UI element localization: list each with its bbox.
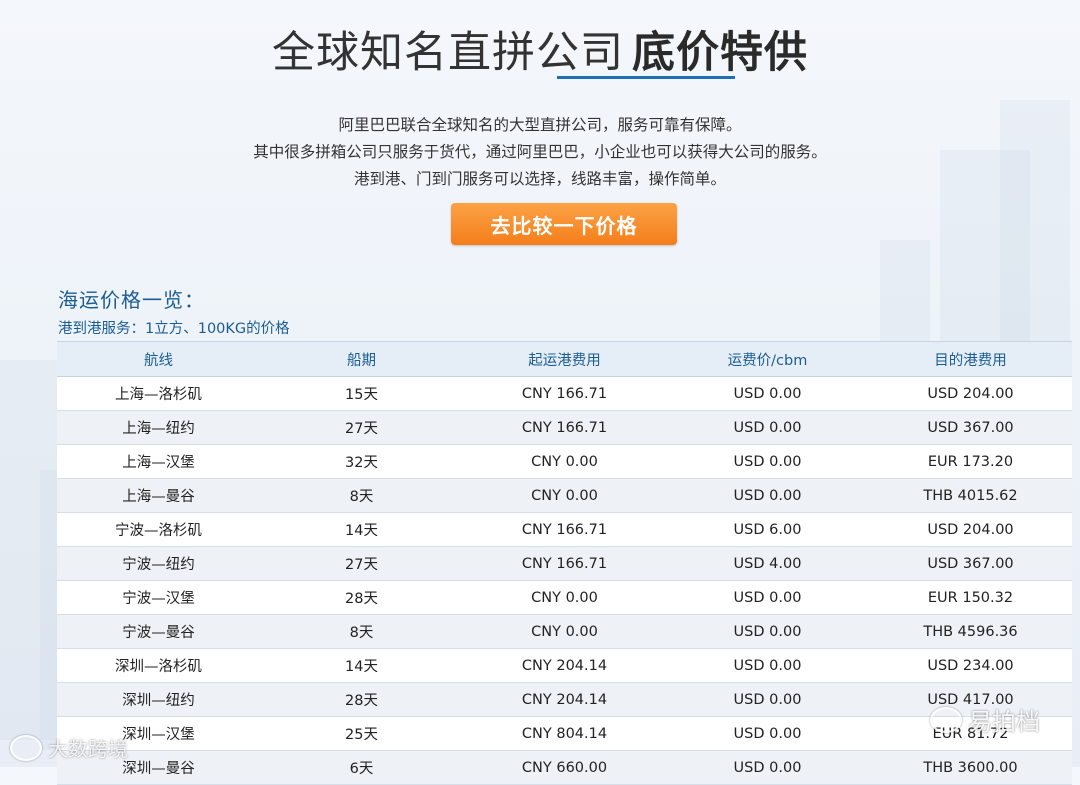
cell-origin-fee: CNY 204.14 [463,648,666,683]
cell-freight-rate: USD 0.00 [666,444,869,479]
column-header-transit-time: 船期 [260,341,463,377]
cell-freight-rate: USD 0.00 [666,376,869,411]
cell-transit-time: 27天 [260,410,463,445]
cell-route: 宁波—纽约 [57,546,260,581]
cell-origin-fee: CNY 166.71 [463,376,666,411]
cell-destination-fee: USD 367.00 [869,410,1072,445]
table-row: 深圳—曼谷 6天 CNY 660.00 USD 0.00 THB 3600.00 [57,750,1072,785]
table-row: 宁波—曼谷 8天 CNY 0.00 USD 0.00 THB 4596.36 [57,614,1072,649]
table-row: 宁波—洛杉矶 14天 CNY 166.71 USD 6.00 USD 204.00 [57,512,1072,547]
intro-line: 港到港、门到门服务可以选择，线路丰富，操作简单。 [353,170,726,188]
cell-destination-fee: THB 4015.62 [869,478,1072,513]
cell-transit-time: 14天 [260,512,463,547]
cell-route: 上海—汉堡 [57,444,260,479]
cell-transit-time: 28天 [260,580,463,615]
intro-line: 其中很多拼箱公司只服务于货代，通过阿里巴巴，小企业也可以获得大公司的服务。 [253,143,827,161]
column-header-freight-rate: 运费价/cbm [666,341,869,377]
cell-transit-time: 32天 [260,444,463,479]
table-header-row: 航线 船期 起运港费用 运费价/cbm 目的港费用 [57,341,1072,377]
title-normal: 全球知名直拼公司 [272,28,624,78]
section-title: 海运价格一览： [58,288,205,312]
title-bold: 底价特供 [632,28,808,78]
table-row: 上海—汉堡 32天 CNY 0.00 USD 0.00 EUR 173.20 [57,444,1072,479]
cell-destination-fee: USD 234.00 [869,648,1072,683]
cell-transit-time: 8天 [260,614,463,649]
column-header-origin-fee: 起运港费用 [463,341,666,377]
cell-freight-rate: USD 0.00 [666,750,869,785]
table-row: 上海—曼谷 8天 CNY 0.00 USD 0.00 THB 4015.62 [57,478,1072,513]
cell-transit-time: 8天 [260,478,463,513]
cell-destination-fee: USD 204.00 [869,512,1072,547]
cell-destination-fee: THB 4596.36 [869,614,1072,649]
cell-origin-fee: CNY 660.00 [463,750,666,785]
cell-freight-rate: USD 0.00 [666,478,869,513]
cell-route: 宁波—曼谷 [57,614,260,649]
section-subtitle: 港到港服务：1立方、100KG的价格 [58,321,290,337]
cell-destination-fee: USD 204.00 [869,376,1072,411]
cell-route: 上海—纽约 [57,410,260,445]
compare-price-button[interactable]: 去比较一下价格 [451,203,677,245]
table-body: 上海—洛杉矶 15天 CNY 166.71 USD 0.00 USD 204.00 上海—… [57,376,1072,785]
price-table: 航线 船期 起运港费用 运费价/cbm 目的港费用 上海—洛杉矶 15天 CNY 1… [57,341,1072,785]
cell-origin-fee: CNY 204.14 [463,682,666,717]
cell-transit-time: 6天 [260,750,463,785]
cell-origin-fee: CNY 0.00 [463,444,666,479]
cell-transit-time: 15天 [260,376,463,411]
cell-origin-fee: CNY 166.71 [463,546,666,581]
cell-destination-fee: USD 367.00 [869,546,1072,581]
cell-transit-time: 28天 [260,682,463,717]
cell-destination-fee: EUR 173.20 [869,444,1072,479]
cell-origin-fee: CNY 804.14 [463,716,666,751]
table-row: 深圳—纽约 28天 CNY 204.14 USD 0.00 USD 417.00 [57,682,1072,717]
table-row: 深圳—洛杉矶 14天 CNY 204.14 USD 0.00 USD 234.00 [57,648,1072,683]
cell-route: 宁波—洛杉矶 [57,512,260,547]
table-row: 宁波—汉堡 28天 CNY 0.00 USD 0.00 EUR 150.32 [57,580,1072,615]
table-row: 深圳—汉堡 25天 CNY 804.14 USD 0.00 EUR 81.72 [57,716,1072,751]
cell-transit-time: 25天 [260,716,463,751]
table-row: 宁波—纽约 27天 CNY 166.71 USD 4.00 USD 367.00 [57,546,1072,581]
cell-transit-time: 27天 [260,546,463,581]
cell-origin-fee: CNY 0.00 [463,478,666,513]
cell-route: 宁波—汉堡 [57,580,260,615]
cell-freight-rate: USD 0.00 [666,614,869,649]
watermark-left-text: 大数跨境 [48,737,128,761]
cell-freight-rate: USD 4.00 [666,546,869,581]
cell-origin-fee: CNY 166.71 [463,512,666,547]
column-header-destination-fee: 目的港费用 [869,341,1072,377]
cell-freight-rate: USD 0.00 [666,580,869,615]
cell-freight-rate: USD 6.00 [666,512,869,547]
watermark-right-text: 易拍档 [968,708,1040,736]
cell-route: 上海—曼谷 [57,478,260,513]
table-row: 上海—纽约 27天 CNY 166.71 USD 0.00 USD 367.00 [57,410,1072,445]
cell-origin-fee: CNY 166.71 [463,410,666,445]
cell-freight-rate: USD 0.00 [666,682,869,717]
cell-destination-fee: EUR 150.32 [869,580,1072,615]
cell-transit-time: 14天 [260,648,463,683]
cell-origin-fee: CNY 0.00 [463,614,666,649]
title-underline [557,76,735,79]
page-title: 全球知名直拼公司 底价特供 [0,18,1080,80]
watermark-left: 大数跨境 [10,733,128,762]
intro-text: 阿里巴巴联合全球知名的大型直拼公司，服务可靠有保障。 其中很多拼箱公司只服务于货… [0,112,1080,193]
cell-route: 深圳—洛杉矶 [57,648,260,683]
table-row: 上海—洛杉矶 15天 CNY 166.71 USD 0.00 USD 204.00 [57,376,1072,411]
weibo-logo-icon [10,734,42,761]
cell-destination-fee: THB 3600.00 [869,750,1072,785]
watermark-right: 易拍档 [930,702,1040,737]
cell-freight-rate: USD 0.00 [666,648,869,683]
cell-freight-rate: USD 0.00 [666,716,869,751]
cell-route: 上海—洛杉矶 [57,376,260,411]
intro-line: 阿里巴巴联合全球知名的大型直拼公司，服务可靠有保障。 [338,116,742,134]
cell-freight-rate: USD 0.00 [666,410,869,445]
cell-origin-fee: CNY 0.00 [463,580,666,615]
cell-route: 深圳—纽约 [57,682,260,717]
column-header-route: 航线 [57,341,260,377]
wechat-logo-icon [930,706,962,733]
